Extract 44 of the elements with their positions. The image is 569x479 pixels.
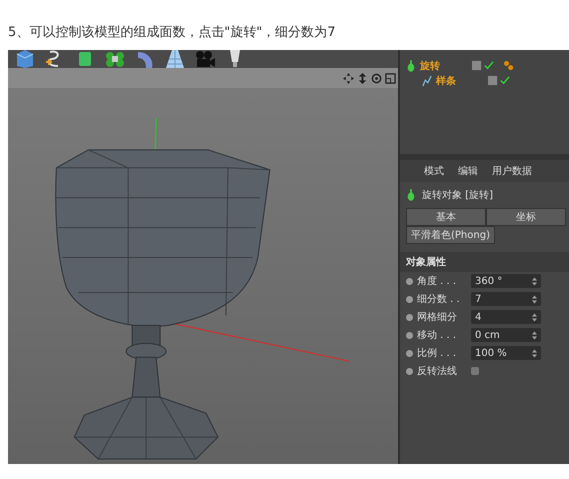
zoom-arrows-icon[interactable]	[357, 72, 368, 84]
spinner-arrows-icon[interactable]	[532, 294, 537, 304]
field-label: 细分数 . .	[417, 293, 461, 306]
number-field[interactable]: 0 cm	[471, 328, 541, 342]
number-field[interactable]: 7	[471, 292, 541, 306]
animation-dot-icon[interactable]	[406, 332, 413, 338]
section-header: 对象属性	[400, 252, 569, 272]
caption-text: 5、可以控制该模型的组成面数，点击"旋转"，细分数为7	[7, 24, 337, 42]
object-title: 旋转对象 [旋转]	[422, 188, 493, 202]
rotate-icon[interactable]	[371, 72, 382, 84]
menu-item[interactable]: 模式	[424, 164, 444, 178]
spline-icon	[422, 74, 432, 86]
animation-dot-icon[interactable]	[406, 314, 413, 320]
animation-dot-icon[interactable]	[406, 368, 413, 374]
number-field[interactable]: 360 °	[471, 274, 541, 288]
menu-item[interactable]: 编辑	[458, 164, 478, 178]
field-label: 比例 . . .	[417, 346, 458, 360]
tab[interactable]: 平滑着色(Phong)	[406, 226, 495, 244]
tab[interactable]: 基本	[406, 208, 486, 226]
field-label: 移动 . . .	[417, 329, 458, 342]
vase-icon	[406, 60, 416, 72]
tag-icon[interactable]	[504, 60, 514, 70]
field-label: 反转法线	[417, 364, 458, 378]
spinner-arrows-icon[interactable]	[532, 348, 537, 358]
spinner-arrows-icon[interactable]	[532, 312, 537, 322]
menu-item[interactable]: 用户数据	[492, 164, 532, 178]
spinner-arrows-icon[interactable]	[532, 276, 537, 286]
tab[interactable]: 坐标	[486, 208, 566, 226]
object-name[interactable]: 旋转	[420, 58, 460, 72]
number-field[interactable]: 4	[471, 310, 541, 324]
animation-dot-icon[interactable]	[406, 350, 413, 356]
vase-icon	[406, 189, 416, 201]
field-label: 角度 . . .	[417, 274, 458, 288]
checkbox[interactable]	[471, 367, 479, 375]
spinner-arrows-icon[interactable]	[532, 330, 537, 340]
move-icon[interactable]	[343, 72, 354, 84]
animation-dot-icon[interactable]	[406, 278, 413, 284]
visibility-check-icon[interactable]	[472, 60, 494, 71]
animation-dot-icon[interactable]	[406, 296, 413, 302]
number-field[interactable]: 100 %	[471, 346, 541, 360]
visibility-check-icon[interactable]	[488, 75, 510, 86]
maximize-icon[interactable]	[385, 72, 396, 84]
object-name[interactable]: 样条	[436, 74, 476, 88]
field-label: 网格细分	[417, 310, 458, 324]
